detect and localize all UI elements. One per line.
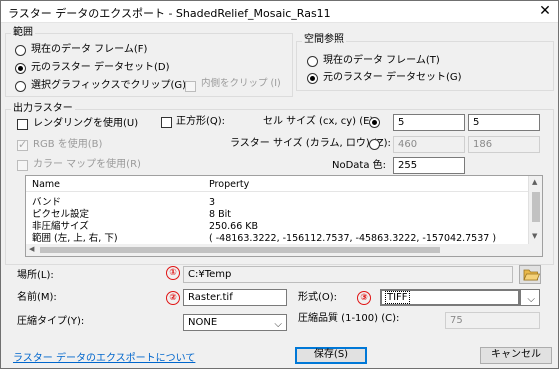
square-checkbox[interactable] — [161, 117, 172, 128]
use-rgb-checkbox[interactable] — [17, 138, 28, 151]
chevron-down-icon: ⌵ — [274, 319, 282, 330]
location-input[interactable]: C:¥Temp — [183, 266, 513, 283]
header-property[interactable]: Property — [209, 179, 249, 190]
spatial-original-dataset-radio[interactable] — [307, 73, 318, 84]
nodata-label: NoData 色: — [332, 160, 387, 171]
marker-1: ① — [166, 266, 180, 280]
spatial-current-frame-label: 現在のデータ フレーム(T) — [323, 55, 440, 66]
property-name: ピクセル設定 — [32, 209, 90, 220]
property-value: 3 — [209, 197, 216, 208]
extent-original-dataset-label: 元のラスター データセット(D) — [31, 62, 170, 73]
raster-rows-input[interactable]: 186 — [468, 136, 540, 153]
close-icon[interactable]: ✕ — [536, 3, 554, 21]
property-value: 250.66 KB — [209, 221, 259, 232]
marker-3: ③ — [357, 291, 371, 305]
spatial-original-dataset-label: 元のラスター データセット(G) — [323, 72, 462, 83]
properties-list-header: Name Property — [26, 176, 542, 192]
location-label: 場所(L): — [17, 270, 54, 281]
compression-type-select[interactable]: NONE ⌵ — [183, 314, 287, 331]
compression-quality-label: 圧縮品質 (1-100) (C): — [298, 313, 400, 324]
horizontal-scroll-thumb[interactable] — [40, 247, 440, 253]
cancel-button[interactable]: キャンセル — [480, 347, 552, 364]
help-link[interactable]: ラスター データのエクスポートについて — [13, 349, 195, 364]
format-select[interactable]: TIFF — [380, 289, 520, 306]
marker-2: ② — [166, 291, 180, 305]
use-colormap-label: カラー マップを使用(R) — [33, 159, 141, 170]
extent-group-title: 範囲 — [11, 27, 35, 39]
name-input[interactable]: Raster.tif — [183, 289, 287, 306]
extent-original-dataset-radio[interactable] — [15, 63, 26, 74]
property-name: バンド — [32, 197, 61, 208]
use-renderer-checkbox[interactable] — [17, 119, 28, 130]
clip-inside-label: 内側をクリップ (I) — [201, 78, 281, 89]
format-select-value: TIFF — [385, 291, 410, 304]
properties-list[interactable]: Name Property バンド 3 ピクセル設定 8 Bit 非圧縮サイズ … — [25, 175, 543, 257]
chevron-down-icon: ⌵ — [527, 294, 535, 305]
browse-folder-button[interactable] — [519, 265, 541, 284]
raster-size-radio[interactable] — [369, 139, 380, 150]
compression-quality-input[interactable]: 75 — [445, 312, 540, 329]
scroll-up-icon[interactable]: ▲ — [532, 178, 537, 186]
header-name[interactable]: Name — [32, 179, 60, 190]
cell-size-y-input[interactable]: 5 — [468, 114, 540, 131]
square-label: 正方形(Q): — [176, 116, 226, 127]
spatial-current-frame-radio[interactable] — [307, 56, 318, 67]
compression-type-label: 圧縮タイプ(Y): — [17, 316, 85, 327]
format-dropdown-button[interactable]: ⌵ — [520, 289, 540, 306]
spatial-ref-group-title: 空間参照 — [302, 34, 346, 46]
raster-cols-input[interactable]: 460 — [393, 136, 465, 153]
format-label: 形式(O): — [298, 292, 338, 303]
raster-size-label: ラスター サイズ (カラム, ロウ) (Z): — [230, 138, 391, 149]
save-button[interactable]: 保存(S) — [295, 347, 367, 364]
cell-size-x-input[interactable]: 5 — [393, 114, 465, 131]
use-renderer-label: レンダリングを使用(U) — [33, 118, 139, 129]
title-bar: ラスター データのエクスポート - ShadedRelief_Mosaic_Ra… — [1, 1, 558, 23]
property-name: 非圧縮サイズ — [32, 221, 89, 232]
compression-type-value: NONE — [188, 317, 218, 328]
scroll-left-icon[interactable]: ◀ — [29, 245, 34, 253]
vertical-scroll-thumb[interactable] — [532, 192, 540, 222]
nodata-input[interactable]: 255 — [393, 157, 465, 174]
cell-size-label: セル サイズ (cx, cy) (E): — [263, 116, 377, 127]
clip-inside-checkbox[interactable] — [185, 81, 196, 92]
cell-size-radio[interactable] — [369, 117, 380, 128]
use-colormap-checkbox[interactable] — [17, 160, 28, 171]
extent-clip-graphics-radio[interactable] — [15, 81, 26, 92]
use-rgb-label: RGB を使用(B) — [33, 139, 103, 150]
property-value: 8 Bit — [209, 209, 231, 220]
name-label: 名前(M): — [17, 292, 57, 303]
output-raster-group-title: 出力ラスター — [11, 103, 75, 115]
properties-horizontal-scrollbar[interactable]: ◀ — [26, 244, 536, 256]
extent-current-frame-radio[interactable] — [15, 45, 26, 56]
open-folder-icon — [523, 269, 541, 281]
export-raster-dialog: ラスター データのエクスポート - ShadedRelief_Mosaic_Ra… — [0, 0, 559, 369]
extent-clip-graphics-label: 選択グラフィックスでクリップ(G) — [31, 80, 187, 91]
extent-current-frame-label: 現在のデータ フレーム(F) — [31, 44, 148, 55]
scroll-down-icon[interactable]: ▼ — [532, 232, 537, 240]
window-title: ラスター データのエクスポート - ShadedRelief_Mosaic_Ra… — [8, 7, 331, 20]
